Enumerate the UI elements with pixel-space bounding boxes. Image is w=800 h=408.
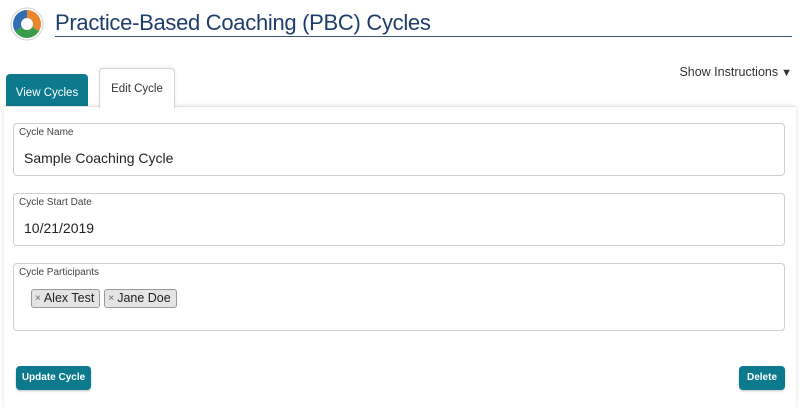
participant-chip: × Jane Doe	[104, 289, 177, 308]
show-instructions-toggle[interactable]: Show Instructions ▼	[679, 65, 792, 79]
cycle-participants-label: Cycle Participants	[19, 267, 100, 278]
cycle-name-label: Cycle Name	[19, 127, 74, 138]
remove-participant-icon[interactable]: ×	[35, 290, 41, 307]
cycle-start-date-input[interactable]: 10/21/2019	[24, 220, 94, 236]
show-instructions-label: Show Instructions	[679, 65, 779, 79]
cycle-name-input[interactable]: Sample Coaching Cycle	[24, 150, 173, 166]
delete-button[interactable]: Delete	[739, 366, 785, 390]
pbc-logo-icon	[10, 7, 44, 41]
participant-chip: × Alex Test	[31, 289, 101, 308]
cycle-start-date-field[interactable]: Cycle Start Date 10/21/2019	[13, 193, 785, 246]
tab-view-cycles[interactable]: View Cycles	[6, 74, 88, 106]
tab-edit-cycle[interactable]: Edit Cycle	[99, 68, 175, 108]
participant-name: Alex Test	[43, 291, 95, 305]
cycle-participants-field[interactable]: Cycle Participants × Alex Test × Jane Do…	[13, 263, 785, 331]
cycle-start-date-label: Cycle Start Date	[19, 197, 92, 208]
update-cycle-button[interactable]: Update Cycle	[16, 366, 91, 390]
participant-chips: × Alex Test × Jane Doe	[31, 289, 177, 308]
remove-participant-icon[interactable]: ×	[108, 290, 114, 307]
title-divider	[55, 36, 792, 37]
page-title: Practice-Based Coaching (PBC) Cycles	[55, 10, 431, 35]
participant-name: Jane Doe	[117, 291, 171, 305]
cycle-name-field[interactable]: Cycle Name Sample Coaching Cycle	[13, 123, 785, 176]
page-header: Practice-Based Coaching (PBC) Cycles	[0, 0, 800, 48]
caret-down-icon: ▼	[781, 67, 792, 79]
